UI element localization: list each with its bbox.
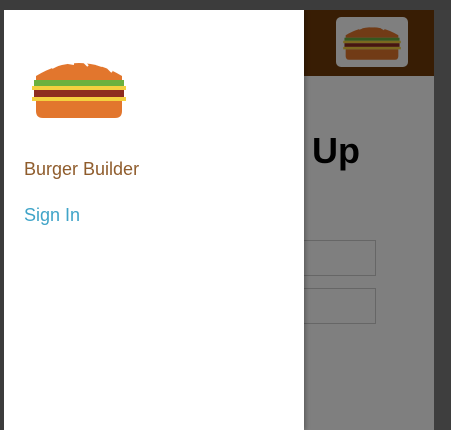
- burger-logo-icon: [32, 61, 126, 118]
- app-window: Sign Up Burger Builder Sign In: [4, 10, 434, 430]
- window-edge: [434, 10, 451, 430]
- drawer-logo: [30, 54, 128, 120]
- nav-item-burger-builder[interactable]: Burger Builder: [24, 159, 139, 180]
- side-drawer: Burger Builder Sign In: [4, 10, 304, 430]
- nav-item-sign-in[interactable]: Sign In: [24, 205, 80, 226]
